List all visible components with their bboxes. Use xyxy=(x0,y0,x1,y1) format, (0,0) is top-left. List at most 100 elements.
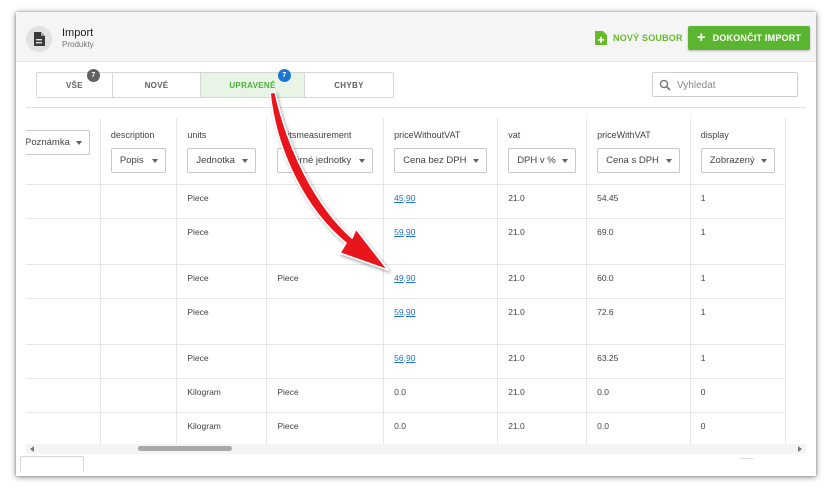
table-cell: Kilogram xyxy=(176,378,268,413)
tab-all[interactable]: VŠE 7 xyxy=(37,69,113,97)
table-cell xyxy=(26,298,101,345)
tab-errors-label: CHYBY xyxy=(334,80,364,90)
table-cell: 59,90 xyxy=(383,298,499,345)
column-name: vat xyxy=(508,130,521,140)
search-input[interactable] xyxy=(677,77,792,93)
table-cell: Piece xyxy=(176,298,268,345)
chevron-down-icon xyxy=(562,158,569,163)
scrollbar-thumb[interactable] xyxy=(138,446,232,451)
column-header-price-without-vat: priceWithoutVAT Cena bez DPH xyxy=(383,118,499,185)
tab-new[interactable]: NOVÉ xyxy=(113,73,201,97)
pagination-control[interactable] xyxy=(20,456,84,472)
search-box xyxy=(652,72,798,97)
horizontal-scrollbar[interactable] xyxy=(26,444,806,454)
tab-errors[interactable]: CHYBY xyxy=(305,73,393,97)
column-name: description xyxy=(110,130,155,140)
table-cell xyxy=(26,184,101,219)
chevron-down-icon xyxy=(359,158,366,163)
select-value: Zobrazený xyxy=(709,155,755,166)
modified-value-link[interactable]: 49,90 xyxy=(394,273,415,283)
table-cell: 45,90 xyxy=(383,184,499,219)
table-cell xyxy=(100,378,178,413)
table-cell xyxy=(100,264,178,299)
document-icon xyxy=(26,26,52,52)
tab-modified-badge: 7 xyxy=(278,69,291,82)
table-cell: Kilogram xyxy=(176,412,268,444)
table-cell xyxy=(266,344,385,379)
table-row: Kilogram Piece 0.0 21.0 0.0 0 xyxy=(26,378,787,413)
table-row: Piece Piece 49,90 21.0 60.0 1 xyxy=(26,264,787,299)
table-cell: 49,90 xyxy=(383,264,499,299)
table-row: Piece 59,90 21.0 69.0 1 xyxy=(26,218,787,265)
finish-import-label: DOKONČIT IMPORT xyxy=(712,33,802,43)
column-header-vat: vat DPH v % xyxy=(497,118,588,185)
column-name: unitsmeasurement xyxy=(277,130,352,140)
table-cell: 1 xyxy=(690,264,787,299)
table-cell: 0.0 xyxy=(586,378,691,413)
table-cell: 0.0 xyxy=(383,412,499,444)
table-cell: 21.0 xyxy=(497,298,588,345)
table-cell: 0 xyxy=(690,412,787,444)
modified-value-link[interactable]: 59,90 xyxy=(394,227,415,237)
modified-value-link[interactable]: 56,90 xyxy=(394,353,415,363)
column-mapping-select-price-without-vat[interactable]: Cena bez DPH xyxy=(394,148,488,173)
new-file-button[interactable]: NOVÝ SOUBOR xyxy=(595,31,683,45)
table-cell xyxy=(100,344,178,379)
table-cell: 60.0 xyxy=(586,264,691,299)
page-header: Import Produkty NOVÝ SOUBOR + DOKONČIT I… xyxy=(16,12,816,62)
chevron-down-icon xyxy=(665,158,672,163)
table-cell: 72.6 xyxy=(586,298,691,345)
page-subtitle: Produkty xyxy=(62,40,94,49)
table-row: Piece 56,90 21.0 63.25 1 xyxy=(26,344,787,379)
table-cell: 54.45 xyxy=(586,184,691,219)
table-cell: 21.0 xyxy=(497,218,588,265)
column-name: display xyxy=(700,130,729,140)
page-title: Import xyxy=(62,27,94,39)
scroll-right-icon[interactable] xyxy=(798,446,802,452)
column-mapping-select-description[interactable]: Popis xyxy=(110,148,167,173)
chevron-down-icon xyxy=(473,158,480,163)
new-file-label: NOVÝ SOUBOR xyxy=(613,33,683,43)
footer-divider xyxy=(740,458,754,464)
table-cell: 0 xyxy=(690,378,787,413)
tab-new-label: NOVÉ xyxy=(144,80,169,90)
table-cell: Piece xyxy=(176,344,268,379)
tab-modified[interactable]: UPRAVENÉ 7 xyxy=(201,69,305,97)
column-header-note: Poznámka xyxy=(26,118,101,185)
column-header-unitsmeasurement: unitsmeasurement Měrné jednotky xyxy=(266,118,385,185)
modified-value-link[interactable]: 59,90 xyxy=(394,307,415,317)
column-mapping-select-note[interactable]: Poznámka xyxy=(26,130,90,155)
table-cell: 0.0 xyxy=(586,412,691,444)
select-value: Jednotka xyxy=(196,155,235,166)
column-mapping-select-display[interactable]: Zobrazený xyxy=(700,148,775,173)
filter-toolbar: VŠE 7 NOVÉ UPRAVENÉ 7 CHYBY xyxy=(26,62,806,108)
finish-import-button[interactable]: + DOKONČIT IMPORT xyxy=(688,26,810,50)
column-name: units xyxy=(187,130,207,140)
table-cell xyxy=(26,218,101,265)
table-cell: 0.0 xyxy=(383,378,499,413)
select-value: Cena bez DPH xyxy=(403,155,467,166)
table-row: Piece 45,90 21.0 54.45 1 xyxy=(26,184,787,219)
scroll-left-icon[interactable] xyxy=(30,446,34,452)
table-cell: 21.0 xyxy=(497,264,588,299)
table-cell xyxy=(266,184,385,219)
table-cell xyxy=(26,378,101,413)
select-value: Poznámka xyxy=(26,137,70,148)
column-mapping-select-vat[interactable]: DPH v % xyxy=(508,148,577,173)
table-cell: 1 xyxy=(690,344,787,379)
table-cell: 21.0 xyxy=(497,184,588,219)
table-cell xyxy=(100,298,178,345)
table-cell xyxy=(100,412,178,444)
column-mapping-select-units[interactable]: Jednotka xyxy=(187,148,257,173)
table-cell xyxy=(100,184,178,219)
table-cell xyxy=(266,298,385,345)
column-mapping-select-price-with-vat[interactable]: Cena s DPH xyxy=(597,148,680,173)
table-cell xyxy=(26,344,101,379)
import-table: Poznámka description Popis units Jednotk… xyxy=(26,118,806,444)
table-cell: 56,90 xyxy=(383,344,499,379)
column-mapping-select-unitsmeasurement[interactable]: Měrné jednotky xyxy=(277,148,374,173)
filter-tabs: VŠE 7 NOVÉ UPRAVENÉ 7 CHYBY xyxy=(36,69,394,98)
table-cell xyxy=(266,218,385,265)
modified-value-link[interactable]: 45,90 xyxy=(394,193,415,203)
table-cell xyxy=(26,264,101,299)
